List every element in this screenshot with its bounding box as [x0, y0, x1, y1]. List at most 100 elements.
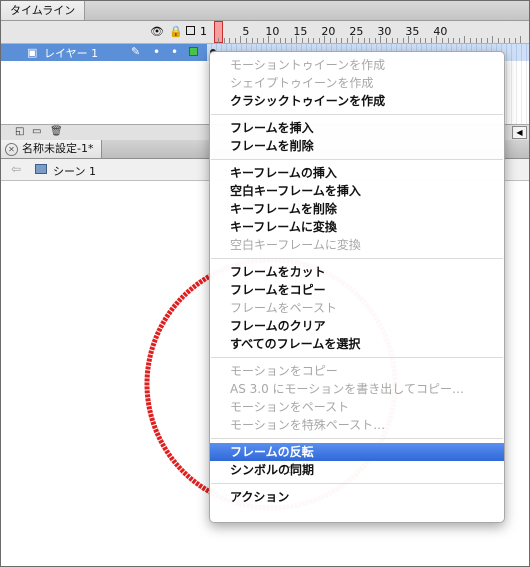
menu-item[interactable]: フレームをカット — [210, 263, 504, 281]
ruler-tick — [520, 36, 522, 43]
ruler-tick — [509, 38, 511, 43]
ruler-tick — [475, 38, 477, 43]
ruler-tick — [363, 38, 365, 43]
visibility-dot[interactable]: • — [153, 45, 160, 59]
menu-item[interactable]: フレームのクリア — [210, 317, 504, 335]
ruler-tick — [464, 36, 466, 43]
ruler-tick — [318, 38, 320, 43]
menu-item: 空白キーフレームに変換 — [230, 238, 361, 252]
new-folder-icon[interactable]: ▭ — [32, 126, 41, 137]
ruler-tick — [290, 38, 292, 43]
menu-item[interactable]: 空白キーフレームを挿入 — [210, 182, 504, 200]
menu-item[interactable]: フレームを削除 — [210, 137, 504, 155]
menu-item[interactable]: アクション — [210, 488, 504, 506]
ruler-tick — [453, 38, 455, 43]
menu-item: AS 3.0 にモーションを書き出してコピー… — [230, 382, 464, 396]
ruler-tick — [246, 38, 247, 43]
outline-icon[interactable] — [186, 26, 195, 35]
menu-item: フレームをペースト — [230, 301, 338, 315]
ruler-tick — [402, 38, 404, 43]
flash-window: タイムライン 👁 🔒 1 5 10 15 20 25 30 35 40 ▣ レイヤー 1 ✎ … — [0, 0, 530, 567]
ruler-tick — [335, 38, 337, 43]
menu-item[interactable]: クラシックトゥイーンを作成 — [210, 92, 504, 110]
document-tab-label: 名称未設定-1* — [22, 142, 94, 155]
menu-item[interactable]: フレームの反転 — [210, 443, 504, 461]
lock-dot[interactable]: • — [171, 45, 178, 59]
menu-item[interactable]: フレームを挿入 — [210, 119, 504, 137]
timeline-header: 👁 🔒 1 5 10 15 20 25 30 35 40 — [1, 21, 529, 44]
eye-icon[interactable]: 👁 — [150, 25, 164, 38]
ruler-tick — [503, 38, 505, 43]
menu-item: モーションを特殊ペースト… — [230, 418, 386, 432]
layer-name[interactable]: レイヤー 1 — [44, 45, 98, 61]
ruler-tick — [442, 38, 443, 43]
back-arrow-icon[interactable]: ⇦ — [11, 162, 21, 176]
ruler-tick — [341, 38, 343, 43]
tab-timeline[interactable]: タイムライン — [1, 1, 86, 20]
frame-number: 10 — [265, 25, 280, 38]
ruler-tick — [302, 38, 303, 43]
ruler-tick — [229, 38, 231, 43]
scroll-left-button[interactable]: ◀ — [512, 126, 527, 139]
frame-number: 40 — [433, 25, 448, 38]
ruler-tick — [218, 38, 219, 43]
menu-separator — [211, 258, 503, 259]
ruler-tick — [307, 38, 309, 43]
frame-number: 35 — [405, 25, 420, 38]
new-layer-icon[interactable]: ◱ — [15, 126, 24, 137]
ruler-tick — [414, 38, 415, 43]
context-menu: モーショントゥイーンを作成 シェイプトゥイーンを作成 クラシックトゥイーンを作成 フレ… — [209, 51, 505, 523]
ruler-tick — [374, 38, 376, 43]
ruler-tick — [313, 38, 315, 43]
ruler-tick — [430, 38, 432, 43]
menu-item[interactable]: キーフレームに変換 — [210, 218, 504, 236]
ruler-tick — [386, 38, 387, 43]
timeline-tab-bar: タイムライン — [1, 1, 529, 21]
ruler-tick — [279, 38, 281, 43]
ruler-tick — [330, 38, 331, 43]
close-icon[interactable]: ✕ — [5, 142, 18, 156]
ruler-tick — [458, 38, 460, 43]
outline-color-swatch[interactable] — [189, 47, 198, 56]
ruler-tick — [492, 36, 494, 43]
frame-number: 30 — [377, 25, 392, 38]
frame-number-1: 1 — [200, 25, 207, 38]
ruler-tick — [240, 36, 242, 43]
menu-separator — [211, 159, 503, 160]
menu-item: モーションをコピー — [230, 364, 338, 378]
scene-icon — [35, 164, 47, 174]
layer-label-area[interactable]: ▣ レイヤー 1 ✎ • • — [1, 44, 207, 61]
ruler-tick — [447, 38, 449, 43]
menu-item[interactable]: フレームをコピー — [210, 281, 504, 299]
menu-item[interactable]: シンボルの同期 — [210, 461, 504, 479]
trash-icon[interactable]: 🗑 — [50, 126, 63, 137]
ruler-tick — [391, 38, 393, 43]
ruler-tick — [346, 38, 348, 43]
menu-separator — [211, 483, 503, 484]
menu-separator — [211, 357, 503, 358]
lock-icon[interactable]: 🔒 — [169, 25, 183, 38]
ruler-tick — [234, 38, 236, 43]
menu-item: シェイプトゥイーンを作成 — [230, 76, 374, 90]
menu-item: モーショントゥイーンを作成 — [230, 58, 386, 72]
menu-item[interactable]: すべてのフレームを選択 — [210, 335, 504, 353]
pointer-cursor-icon: ☝ — [287, 461, 296, 477]
ruler-tick — [514, 38, 516, 43]
ruler-tick — [369, 38, 371, 43]
ruler-tick — [397, 38, 399, 43]
ruler-tick — [470, 38, 471, 43]
ruler-tick — [425, 38, 427, 43]
pencil-icon: ✎ — [131, 45, 141, 58]
ruler-tick — [498, 38, 499, 43]
frame-number: 5 — [242, 25, 250, 38]
ruler-tick — [358, 38, 359, 43]
scene-label[interactable]: シーン 1 — [53, 163, 96, 179]
layer-icon: ▣ — [27, 46, 38, 59]
menu-item[interactable]: キーフレームを削除 — [210, 200, 504, 218]
menu-item[interactable]: キーフレームの挿入 — [210, 164, 504, 182]
menu-separator — [211, 114, 503, 115]
frame-number: 20 — [321, 25, 336, 38]
ruler-tick — [481, 38, 483, 43]
frame-number: 25 — [349, 25, 364, 38]
document-tab[interactable]: ✕ 名称未設定-1* — [1, 140, 103, 158]
